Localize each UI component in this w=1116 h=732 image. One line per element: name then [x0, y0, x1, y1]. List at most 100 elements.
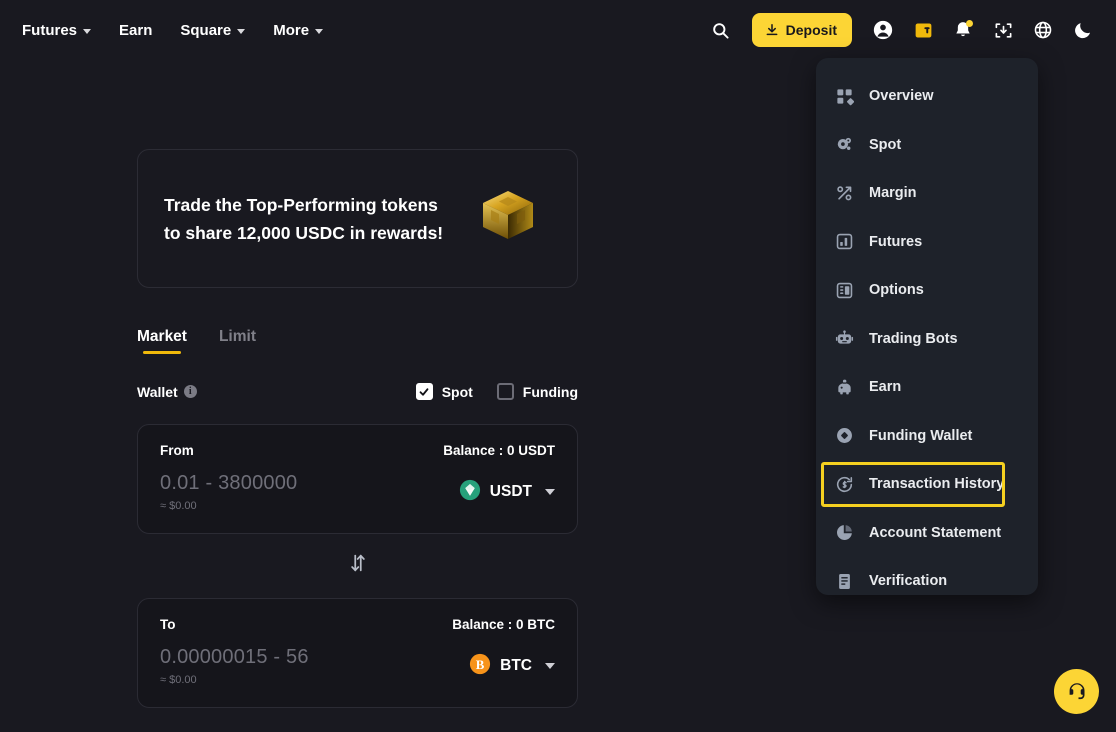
menu-item-trading-bots[interactable]: Trading Bots	[816, 315, 1038, 364]
menu-item-verification-label: Verification	[869, 573, 948, 590]
nav-link-more-label: More	[273, 21, 310, 39]
funding-diamond-icon	[834, 425, 855, 446]
menu-item-transaction-history-label: Transaction History	[869, 476, 1005, 493]
order-type-tabs: Market Limit	[137, 328, 256, 354]
deposit-button[interactable]: Deposit	[751, 13, 852, 47]
menu-item-overview[interactable]: Overview	[816, 72, 1038, 121]
menu-item-spot-label: Spot	[869, 136, 902, 153]
convert-from-balance: Balance : 0 USDT	[443, 443, 555, 458]
nav-link-earn[interactable]: Earn	[105, 16, 166, 45]
menu-item-spot[interactable]: Spot	[816, 121, 1038, 170]
search-icon[interactable]	[704, 13, 738, 47]
piggy-bank-icon	[834, 377, 855, 398]
menu-item-futures-label: Futures	[869, 233, 923, 250]
checkbox-spot[interactable]: Spot	[415, 383, 473, 400]
customer-support-headset-icon	[1069, 682, 1084, 699]
spot-coins-icon	[834, 134, 855, 155]
chevron-down-icon	[237, 28, 246, 34]
usdt-coin-icon	[459, 479, 481, 506]
convert-from-label: From	[160, 443, 194, 458]
convert-to-header: To Balance : 0 BTC	[160, 617, 555, 632]
convert-to-amount-input[interactable]: 0.00000015 - 56	[160, 646, 309, 669]
tab-limit-label: Limit	[218, 328, 256, 345]
convert-from-amount-input[interactable]: 0.01 - 3800000	[160, 472, 297, 495]
options-icon	[834, 280, 855, 301]
checkbox-funding-box[interactable]	[496, 383, 514, 400]
download-icon	[766, 23, 778, 36]
convert-to-label: To	[160, 617, 176, 632]
dashboard-grid-icon	[834, 86, 855, 107]
menu-item-options-label: Options	[869, 282, 924, 299]
swap-direction-button[interactable]	[137, 552, 578, 574]
checkbox-spot-box[interactable]	[415, 383, 433, 400]
tab-limit[interactable]: Limit	[219, 328, 256, 354]
nav-link-square[interactable]: Square	[166, 16, 259, 45]
nav-link-earn-label: Earn	[119, 21, 153, 39]
chevron-down-icon	[315, 28, 324, 34]
notification-badge	[966, 20, 973, 27]
convert-to-body: 0.00000015 - 56 ≈ $0.00 B BTC	[160, 646, 555, 686]
dark-mode-moon-icon[interactable]	[1066, 13, 1100, 47]
menu-item-margin[interactable]: Margin	[816, 169, 1038, 218]
nav-link-futures[interactable]: Futures	[8, 16, 105, 45]
chevron-down-icon	[83, 28, 92, 34]
primary-nav-links: Futures Earn Square More	[0, 16, 337, 45]
nav-link-more[interactable]: More	[259, 16, 337, 45]
info-icon[interactable]: i	[183, 385, 197, 398]
convert-from-approx-value: ≈ $0.00	[160, 500, 197, 512]
tab-market[interactable]: Market	[137, 328, 187, 354]
convert-from-body: 0.01 - 3800000 ≈ $0.00 USDT	[160, 472, 555, 512]
wallet-label-group: Wallet i	[137, 384, 197, 400]
convert-to-card: To Balance : 0 BTC 0.00000015 - 56 ≈ $0.…	[137, 598, 578, 708]
menu-item-funding-wallet-label: Funding Wallet	[869, 427, 973, 444]
menu-item-margin-label: Margin	[869, 185, 917, 202]
notifications-bell-icon[interactable]	[946, 13, 980, 47]
language-globe-icon[interactable]	[1026, 13, 1060, 47]
convert-to-balance: Balance : 0 BTC	[452, 617, 555, 632]
nav-link-square-label: Square	[180, 21, 232, 39]
menu-item-funding-wallet[interactable]: Funding Wallet	[816, 412, 1038, 461]
convert-from-card: From Balance : 0 USDT 0.01 - 3800000 ≈ $…	[137, 424, 578, 534]
checkbox-funding[interactable]: Funding	[496, 383, 578, 400]
user-account-icon[interactable]	[866, 13, 900, 47]
convert-from-header: From Balance : 0 USDT	[160, 443, 555, 458]
top-navigation-bar: Futures Earn Square More Deposit	[0, 0, 1116, 60]
futures-chart-icon	[834, 231, 855, 252]
tab-market-label: Market	[137, 328, 187, 345]
wallet-selector-row: Wallet i Spot Funding	[137, 383, 578, 400]
margin-percent-icon	[834, 183, 855, 204]
chevron-down-icon	[545, 489, 555, 495]
menu-item-options[interactable]: Options	[816, 266, 1038, 315]
robot-icon	[834, 328, 855, 349]
nav-link-futures-label: Futures	[22, 21, 78, 39]
account-dropdown-menu: Overview Spot Margin Futures Options Tra…	[816, 58, 1038, 595]
convert-from-token-name: USDT	[489, 483, 532, 500]
convert-from-amount-group: 0.01 - 3800000 ≈ $0.00	[160, 472, 297, 512]
menu-item-account-statement-label: Account Statement	[869, 524, 1002, 541]
menu-item-futures[interactable]: Futures	[816, 218, 1038, 267]
document-verification-icon	[834, 571, 855, 592]
customer-support-button[interactable]	[1054, 669, 1099, 714]
menu-item-verification[interactable]: Verification	[816, 557, 1038, 606]
gold-cube-image	[477, 185, 539, 252]
convert-to-amount-group: 0.00000015 - 56 ≈ $0.00	[160, 646, 309, 686]
convert-to-token-selector[interactable]: B BTC	[469, 653, 555, 680]
svg-text:B: B	[476, 657, 485, 671]
menu-item-trading-bots-label: Trading Bots	[869, 330, 958, 347]
menu-item-transaction-history[interactable]: Transaction History	[816, 460, 1038, 509]
deposit-button-label: Deposit	[785, 22, 837, 38]
convert-from-token-selector[interactable]: USDT	[459, 479, 555, 506]
swap-vertical-arrows-icon	[350, 554, 365, 572]
menu-item-earn[interactable]: Earn	[816, 363, 1038, 412]
chevron-down-icon	[545, 663, 555, 669]
nav-actions: Deposit	[704, 13, 1116, 47]
promo-banner[interactable]: Trade the Top-Performing tokens to share…	[137, 149, 578, 288]
checkbox-funding-label: Funding	[522, 383, 578, 400]
wallet-icon[interactable]	[906, 13, 940, 47]
menu-item-overview-label: Overview	[869, 88, 934, 105]
download-app-icon[interactable]	[986, 13, 1020, 47]
wallet-label: Wallet	[137, 383, 178, 400]
pie-chart-icon	[834, 522, 855, 543]
menu-item-account-statement[interactable]: Account Statement	[816, 509, 1038, 558]
wallet-checkbox-group: Spot Funding	[415, 383, 578, 400]
